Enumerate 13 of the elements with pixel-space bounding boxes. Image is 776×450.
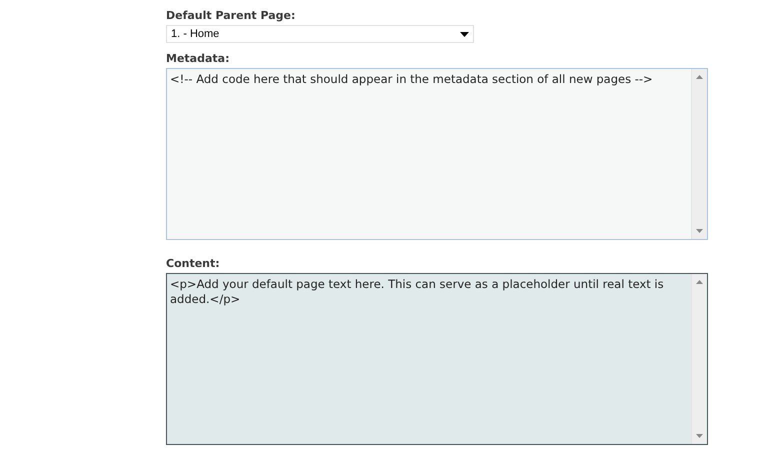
field-label: Metadata: <box>166 52 230 65</box>
caret-icon <box>460 32 469 36</box>
scrollbar[interactable] <box>691 274 707 444</box>
scroll-up-icon[interactable] <box>696 75 703 79</box>
text-area[interactable]: <!-- Add code here that should appear in the metadata section of all new pages --> <box>166 68 708 240</box>
parent-page-dropdown[interactable]: 1. - Home <box>166 25 474 43</box>
text-area[interactable]: <p>Add your default page text here. This can serve as a placeholder until real text is added.</p> <box>166 273 708 445</box>
scroll-up-icon[interactable] <box>696 280 703 284</box>
scroll-down-icon[interactable] <box>696 434 703 438</box>
scrollbar[interactable] <box>691 69 707 239</box>
field-label: Default Parent Page: <box>166 9 296 22</box>
scroll-down-icon[interactable] <box>696 229 703 233</box>
field-label: Content: <box>166 257 221 270</box>
